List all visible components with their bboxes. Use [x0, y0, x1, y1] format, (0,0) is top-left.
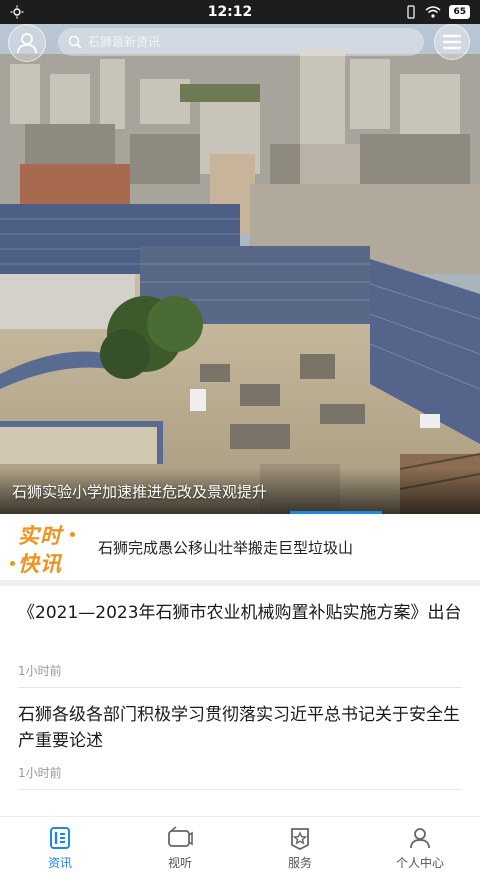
vibrate-icon: [407, 5, 416, 19]
service-star-icon: [291, 828, 309, 850]
brightness-icon: [10, 5, 24, 19]
status-left: [10, 5, 70, 19]
hero-banner[interactable]: 石狮实验小学加速推进危改及景观提升: [0, 24, 480, 514]
nav-label: 资讯: [47, 856, 72, 870]
flash-logo-line1: 实时: [18, 523, 62, 548]
nav-tab-profile[interactable]: 个人中心: [360, 817, 480, 880]
flash-news-headline[interactable]: 石狮完成愚公移山壮举搬走巨型垃圾山: [98, 537, 353, 558]
hero-caption: 石狮实验小学加速推进危改及景观提升: [12, 482, 268, 501]
hero-image: [0, 24, 480, 514]
menu-icon: [442, 34, 462, 50]
news-list: 《2021—2023年石狮市农业机械购置补贴实施方案》出台 1小时前 石狮各级各…: [0, 586, 480, 816]
nav-label: 个人中心: [395, 856, 444, 870]
news-title[interactable]: 《2021—2023年石狮市农业机械购置补贴实施方案》出台: [18, 600, 462, 626]
flash-news-logo: 实时 快讯: [0, 514, 90, 580]
news-title[interactable]: 石狮各级各部门积极学习贯彻落实习近平总书记关于安全生产重要论述: [18, 702, 462, 754]
nav-tab-news[interactable]: 资讯: [0, 817, 120, 880]
user-icon: [17, 33, 37, 54]
news-divider: [18, 789, 462, 790]
battery-indicator: 65: [449, 5, 470, 19]
nav-label: 服务: [287, 856, 312, 870]
news-item[interactable]: 《2021—2023年石狮市农业机械购置补贴实施方案》出台 1小时前: [0, 586, 480, 688]
menu-button[interactable]: [434, 24, 470, 60]
search-icon: [68, 35, 82, 49]
hero-caption-bar: 石狮实验小学加速推进危改及景观提升: [0, 468, 480, 514]
profile-icon: [410, 828, 430, 849]
status-right: 65: [390, 5, 470, 19]
status-time: 12:12: [207, 4, 253, 20]
flash-logo-dot: [70, 532, 75, 537]
status-bar: 12:12 65: [0, 0, 480, 24]
flash-logo-dot: [10, 561, 15, 566]
news-time: 1小时前: [18, 766, 62, 780]
search-input[interactable]: [88, 35, 388, 49]
search-bar[interactable]: [58, 28, 424, 56]
flash-news-bar[interactable]: 实时 快讯 石狮完成愚公移山壮举搬走巨型垃圾山: [0, 514, 480, 580]
avatar-button[interactable]: [8, 24, 46, 62]
news-item[interactable]: 石狮各级各部门积极学习贯彻落实习近平总书记关于安全生产重要论述 1小时前: [0, 688, 480, 790]
nav-label: 视听: [167, 856, 192, 870]
flash-logo-line2: 快讯: [18, 551, 62, 576]
wifi-icon: [425, 6, 441, 18]
nav-tab-video[interactable]: 视听: [120, 817, 240, 880]
news-icon: [50, 827, 70, 849]
video-icon: [168, 826, 193, 847]
news-time: 1小时前: [18, 664, 62, 678]
nav-tab-service[interactable]: 服务: [240, 817, 360, 880]
bottom-nav: 资讯 视听 服务 个人中心: [0, 816, 480, 880]
